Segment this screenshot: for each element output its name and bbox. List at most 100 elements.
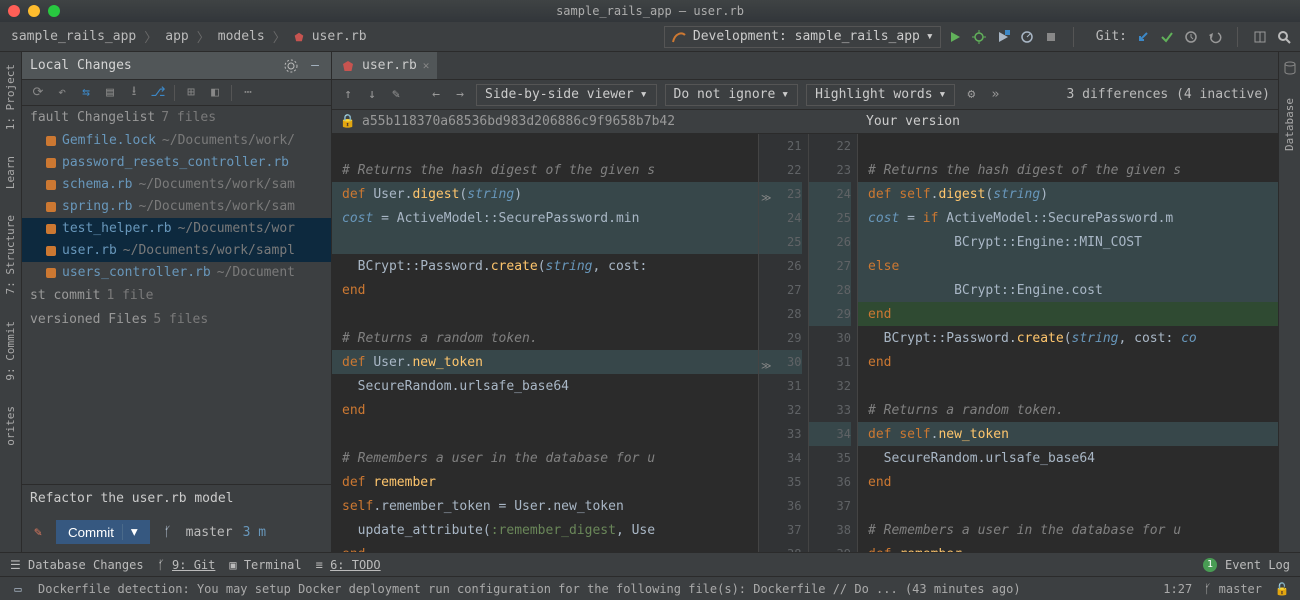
tool-database-changes[interactable]: ☰ Database Changes (10, 558, 144, 572)
next-diff-icon[interactable]: ↓ (364, 87, 380, 103)
code-line[interactable]: # Returns a random token. (332, 326, 758, 350)
cursor-position[interactable]: 1:27 (1163, 582, 1192, 596)
forward-icon[interactable]: → (452, 87, 468, 103)
breadcrumb[interactable]: sample_rails_app 〉 app 〉 models 〉 user.r… (8, 27, 370, 46)
code-line[interactable] (332, 422, 758, 446)
breadcrumb-part[interactable]: models (215, 29, 268, 44)
code-line[interactable]: cost = ActiveModel::SecurePassword.min (332, 206, 758, 230)
tool-terminal[interactable]: ▣ Terminal (229, 558, 301, 572)
code-line[interactable]: # Returns the hash digest of the given s (858, 158, 1278, 182)
update-project-icon[interactable] (1135, 29, 1151, 45)
code-line[interactable] (858, 374, 1278, 398)
more-icon[interactable]: ⋯ (240, 85, 256, 101)
code-line[interactable] (332, 134, 758, 158)
tool-window-project[interactable]: 1: Project (4, 60, 17, 134)
code-line[interactable] (332, 302, 758, 326)
revert-icon[interactable] (1207, 29, 1223, 45)
run-config-selector[interactable]: Development: sample_rails_app ▾ (664, 26, 941, 48)
highlight-dropdown[interactable]: Highlight words ▾ (806, 84, 955, 106)
changes-file-list[interactable]: fault Changelist 7 files Gemfile.lock~/D… (22, 106, 331, 484)
code-line[interactable] (332, 230, 758, 254)
code-line[interactable] (858, 494, 1278, 518)
code-line[interactable]: BCrypt::Password.create(string, cost: co (858, 326, 1278, 350)
expand-all-icon[interactable]: ⊞ (183, 85, 199, 101)
tool-window-structure[interactable]: 7: Structure (4, 211, 17, 298)
group-by-icon[interactable]: ⎇ (150, 85, 166, 101)
code-line[interactable]: def User.digest(string) (332, 182, 758, 206)
code-line[interactable]: update_attribute(:remember_digest, Use (332, 518, 758, 542)
code-line[interactable]: end (332, 542, 758, 552)
editor-tab[interactable]: user.rb ✕ (332, 52, 437, 79)
code-line[interactable]: def self.new_token (858, 422, 1278, 446)
code-line[interactable]: def remember (858, 542, 1278, 552)
code-line[interactable]: else (858, 254, 1278, 278)
ide-settings-icon[interactable] (1252, 29, 1268, 45)
code-line[interactable]: BCrypt::Engine::MIN_COST (858, 230, 1278, 254)
shelve-icon[interactable]: ⭳ (126, 85, 142, 101)
breadcrumb-part[interactable]: app (162, 29, 191, 44)
code-line[interactable]: SecureRandom.urlsafe_base64 (332, 374, 758, 398)
viewer-mode-dropdown[interactable]: Side-by-side viewer ▾ (476, 84, 657, 106)
code-line[interactable]: # Remembers a user in the database for u (332, 446, 758, 470)
amend-icon[interactable]: ✎ (30, 524, 46, 540)
back-icon[interactable]: ← (428, 87, 444, 103)
branch-indicator[interactable]: ᚶ master (1204, 582, 1262, 596)
code-line[interactable]: end (332, 278, 758, 302)
code-line[interactable]: def User.new_token (332, 350, 758, 374)
code-line[interactable]: self.remember_token = User.new_token (332, 494, 758, 518)
code-line[interactable]: cost = if ActiveModel::SecurePassword.m (858, 206, 1278, 230)
code-line[interactable]: end (332, 398, 758, 422)
commit-button[interactable]: Commit ▾ (56, 520, 150, 544)
tool-event-log[interactable]: Event Log (1225, 558, 1290, 572)
branch-label[interactable]: master (186, 525, 233, 540)
changelist-icon[interactable]: ▤ (102, 85, 118, 101)
close-tab-icon[interactable]: ✕ (423, 59, 430, 72)
attach-profiler-icon[interactable] (1019, 29, 1035, 45)
code-line[interactable]: end (858, 350, 1278, 374)
zoom-window-icon[interactable] (48, 5, 60, 17)
commit-message-input[interactable]: Refactor the user.rb model (22, 484, 331, 512)
prev-diff-icon[interactable]: ↑ (340, 87, 356, 103)
minimize-window-icon[interactable] (28, 5, 40, 17)
code-line[interactable]: BCrypt::Engine.cost (858, 278, 1278, 302)
minimize-panel-icon[interactable]: — (307, 58, 323, 74)
code-line[interactable]: def self.digest(string) (858, 182, 1278, 206)
code-line[interactable] (858, 134, 1278, 158)
history-icon[interactable] (1183, 29, 1199, 45)
database-icon[interactable] (1282, 60, 1298, 76)
tool-todo[interactable]: ≡ 6: TODO (316, 558, 381, 572)
code-line[interactable]: BCrypt::Password.create(string, cost: (332, 254, 758, 278)
tool-window-learn[interactable]: Learn (4, 152, 17, 193)
code-line[interactable]: # Returns a random token. (858, 398, 1278, 422)
chevron-down-icon[interactable]: ▾ (122, 524, 138, 540)
left-code-pane[interactable]: # Returns the hash digest of the given s… (332, 134, 758, 552)
code-line[interactable]: end (858, 470, 1278, 494)
commit-check-icon[interactable] (1159, 29, 1175, 45)
edit-source-icon[interactable]: ✎ (388, 87, 404, 103)
code-line[interactable]: end (858, 302, 1278, 326)
preview-diff-icon[interactable]: ◧ (207, 85, 223, 101)
code-line[interactable]: # Remembers a user in the database for u (858, 518, 1278, 542)
run-with-coverage-icon[interactable] (995, 29, 1011, 45)
rollback-icon[interactable]: ↶ (54, 85, 70, 101)
whitespace-dropdown[interactable]: Do not ignore ▾ (665, 84, 799, 106)
debug-icon[interactable] (971, 29, 987, 45)
stop-icon[interactable] (1043, 29, 1059, 45)
code-line[interactable]: def remember (332, 470, 758, 494)
code-line[interactable]: # Returns the hash digest of the given s (332, 158, 758, 182)
code-line[interactable]: SecureRandom.urlsafe_base64 (858, 446, 1278, 470)
tool-window-commit[interactable]: 9: Commit (4, 317, 17, 385)
breadcrumb-file[interactable]: user.rb (309, 29, 370, 44)
breadcrumb-part[interactable]: sample_rails_app (8, 29, 139, 44)
status-icon[interactable]: ▭ (10, 581, 26, 597)
right-code-pane[interactable]: # Returns the hash digest of the given s… (858, 134, 1278, 552)
tool-window-favorites[interactable]: orites (4, 402, 17, 450)
lock-status-icon[interactable]: 🔓 (1274, 581, 1290, 597)
tool-git[interactable]: ᚶ 9: Git (158, 558, 216, 572)
more-diff-icon[interactable]: » (987, 87, 1003, 103)
diff-icon[interactable]: ⇆ (78, 85, 94, 101)
close-window-icon[interactable] (8, 5, 20, 17)
tool-window-database[interactable]: Database (1283, 94, 1296, 155)
refresh-icon[interactable]: ⟳ (30, 85, 46, 101)
diff-body[interactable]: # Returns the hash digest of the given s… (332, 134, 1278, 552)
